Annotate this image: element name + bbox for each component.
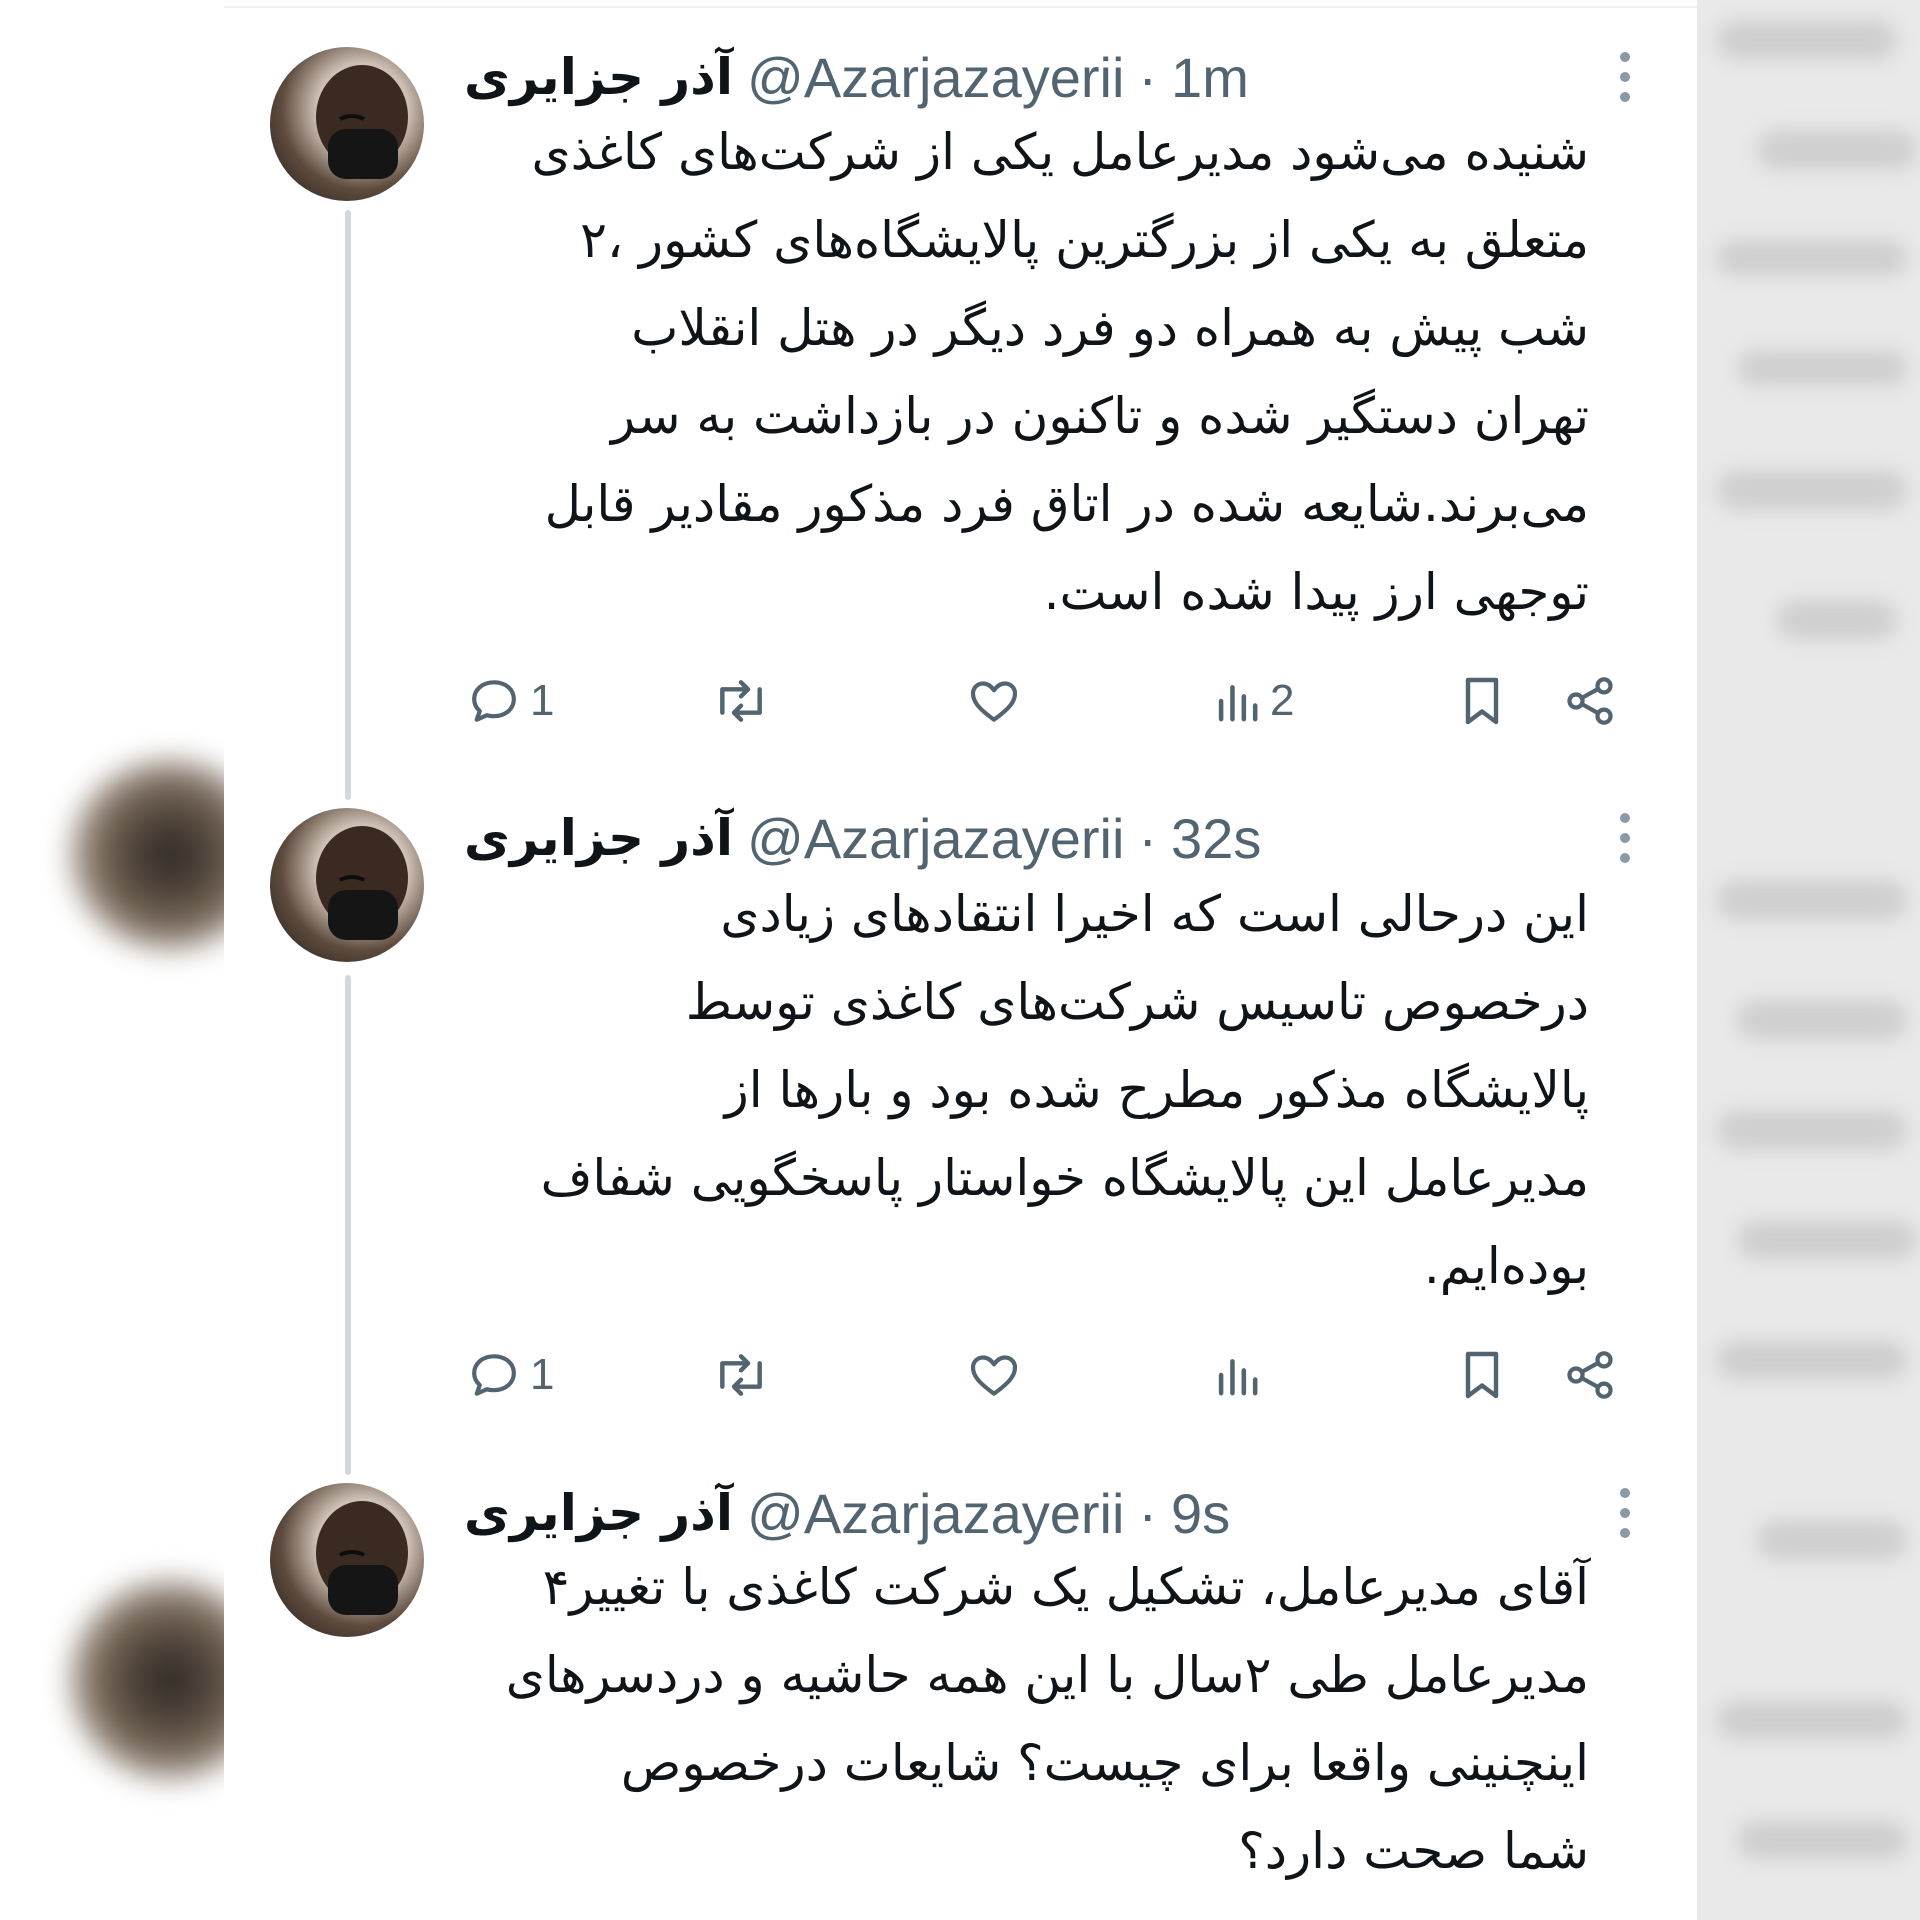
display-name[interactable]: آذر جزایری: [464, 809, 733, 867]
tweet-text-line: آقای مدیرعامل، تشکیل یک شرکت کاغذی با تغ…: [542, 1558, 1589, 1616]
reply-count: 1: [530, 1350, 555, 1399]
tweet-text: شنیده می‌شود مدیرعامل یکی از شرکت‌های کا…: [464, 108, 1590, 636]
user-handle[interactable]: @Azarjazayerii: [747, 45, 1124, 110]
user-handle[interactable]: @Azarjazayerii: [747, 1481, 1124, 1546]
bookmark-icon: [1465, 1351, 1499, 1399]
retweet-icon: [720, 1354, 762, 1396]
tweet-text-line: پالایشگاه مذکور مطرح شده بود و بارها از: [724, 1061, 1589, 1119]
view-count: 2: [1270, 676, 1295, 725]
tweet-text-line: مدیرعامل این پالایشگاه خواستار پاسخگویی …: [540, 1149, 1589, 1207]
like-icon: [970, 681, 1018, 722]
tweet-text-line: توجهی ارز پیدا شده است.: [1043, 563, 1589, 621]
views-icon: [1218, 1359, 1258, 1396]
bookmark-button[interactable]: [1456, 666, 1508, 736]
timestamp[interactable]: 9s: [1171, 1481, 1230, 1546]
top-divider: [224, 6, 1697, 8]
timestamp[interactable]: 1m: [1171, 45, 1249, 110]
blurred-backdrop-left: [0, 0, 224, 1920]
tweet-text-line: متعلق به یکی از بزرگترین پالایشگاه‌های ک…: [580, 211, 1589, 269]
share-icon: [1567, 1351, 1613, 1399]
display-name[interactable]: آذر جزایری: [464, 48, 733, 106]
like-button[interactable]: [966, 666, 1030, 736]
blurred-backdrop-right: [1697, 0, 1920, 1920]
more-icon[interactable]: [1605, 42, 1645, 112]
tweet-header: آذر جزایری @Azarjazayerii · 1m: [464, 37, 1625, 117]
tweet-header: آذر جزایری @Azarjazayerii · 32s: [464, 798, 1625, 878]
tweet-text: آقای مدیرعامل، تشکیل یک شرکت کاغذی با تغ…: [464, 1543, 1589, 1895]
retweet-button[interactable]: [710, 1340, 780, 1410]
avatar[interactable]: [270, 47, 424, 201]
tweet-text-line: شما صحت دارد؟: [1238, 1822, 1589, 1880]
tweet-text-line: درخصوص تاسیس شرکت‌های کاغذی توسط: [685, 973, 1589, 1031]
tweet-text-line: این درحالی است که اخیرا انتقادهای زیادی: [720, 885, 1589, 943]
tweet-actions: 1: [224, 1340, 1697, 1410]
tweet-text-line: مدیرعامل طی ۲سال با این همه حاشیه و دردس…: [505, 1646, 1589, 1704]
reply-count: 1: [530, 676, 555, 725]
views-button[interactable]: 2: [1212, 666, 1294, 736]
views-icon: [1218, 685, 1258, 722]
tweet-text: این درحالی است که اخیرا انتقادهای زیادی …: [464, 870, 1589, 1310]
tweet-thread: آذر جزایری @Azarjazayerii · 1m شنیده می‌…: [224, 0, 1697, 1920]
tweet-text-line: می‌برند.شایعه شده در اتاق فرد مذکور مقاد…: [544, 475, 1589, 533]
more-icon[interactable]: [1605, 803, 1645, 873]
display-name[interactable]: آذر جزایری: [464, 1484, 733, 1542]
views-button[interactable]: [1212, 1340, 1270, 1410]
separator: ·: [1138, 806, 1158, 870]
tweet-text-line: بوده‌ایم.: [1423, 1237, 1589, 1295]
separator: ·: [1138, 45, 1158, 109]
reply-icon: [472, 1354, 516, 1396]
avatar[interactable]: [270, 808, 424, 962]
retweet-button[interactable]: [710, 666, 780, 736]
reply-icon: [472, 680, 516, 722]
user-handle[interactable]: @Azarjazayerii: [747, 806, 1124, 871]
retweet-icon: [720, 680, 762, 722]
reply-button[interactable]: 1: [466, 666, 554, 736]
tweet-actions: 1 2: [224, 666, 1697, 736]
tweet-text-line: تهران دستگیر شده و تاکنون در بازداشت به …: [611, 387, 1589, 445]
bookmark-button[interactable]: [1456, 1340, 1508, 1410]
bookmark-icon: [1465, 677, 1499, 725]
tweet-text-line: شب پیش به همراه دو فرد دیگر در هتل انقلا…: [631, 299, 1589, 357]
like-icon: [970, 1355, 1018, 1396]
tweet-header: آذر جزایری @Azarjazayerii · 9s: [464, 1473, 1625, 1553]
share-button[interactable]: [1562, 1340, 1618, 1410]
share-button[interactable]: [1562, 666, 1618, 736]
reply-button[interactable]: 1: [466, 1340, 554, 1410]
more-icon[interactable]: [1605, 1478, 1645, 1548]
timestamp[interactable]: 32s: [1171, 806, 1261, 871]
like-button[interactable]: [966, 1340, 1030, 1410]
share-icon: [1567, 677, 1613, 725]
tweet-text-line: شنیده می‌شود مدیرعامل یکی از شرکت‌های کا…: [531, 123, 1590, 181]
tweet-text-line: اینچنینی واقعا برای چیست؟ شایعات درخصوص: [620, 1734, 1589, 1792]
separator: ·: [1138, 1481, 1158, 1545]
avatar[interactable]: [270, 1483, 424, 1637]
